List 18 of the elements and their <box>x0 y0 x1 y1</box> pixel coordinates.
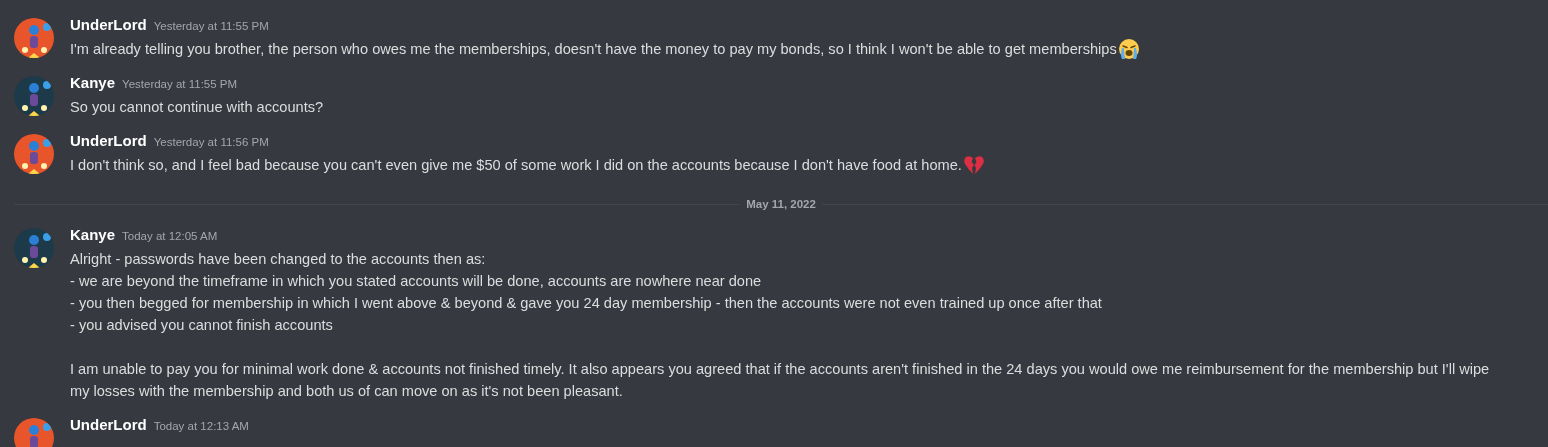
timestamp: Yesterday at 11:56 PM <box>153 136 269 148</box>
timestamp: Today at 12:13 AM <box>153 420 249 432</box>
username[interactable]: UnderLord <box>70 416 147 433</box>
username[interactable]: Kanye <box>70 74 116 91</box>
broken-heart-icon <box>962 154 985 176</box>
crying-face-icon <box>1117 38 1140 60</box>
message-text: I don't think so, and I feel bad because you can't even give me $50 of some work I did on the accounts because I don't have food at home. <box>70 156 962 175</box>
message-text: So you cannot continue with accounts? <box>70 98 324 117</box>
message-text: I am unable to pay you for minimal work done & accounts not finished timely. It also appears you agreed that if the accounts aren't finished in the 24 days you would owe me reimbursement for the membership but I'll wipe my losses with the membership and both us of can move on as it's not been pleasant. <box>70 360 1490 401</box>
username[interactable]: UnderLord <box>70 16 147 33</box>
message-text: Alright - passwords have been changed to the accounts then as: - we are beyond the timeframe in which you stated accounts will be done, accounts are nowhere near done - you then begged for membership in which I went above & beyond & gave you 24 day membership - then the accounts were not even trained up once after that - you advised you cannot finish accounts <box>70 250 1102 335</box>
date-divider: May 11, 2022 <box>745 198 817 210</box>
message-text: I'm already telling you brother, the person who owes me the memberships, doesn't have the money to pay my bonds, so I think I won't be able to get memberships <box>70 40 1117 59</box>
username[interactable]: UnderLord <box>70 132 147 149</box>
timestamp: Yesterday at 11:55 PM <box>153 20 269 32</box>
timestamp: Today at 12:05 AM <box>122 230 218 242</box>
timestamp: Yesterday at 11:55 PM <box>122 78 238 90</box>
username[interactable]: Kanye <box>70 226 116 243</box>
